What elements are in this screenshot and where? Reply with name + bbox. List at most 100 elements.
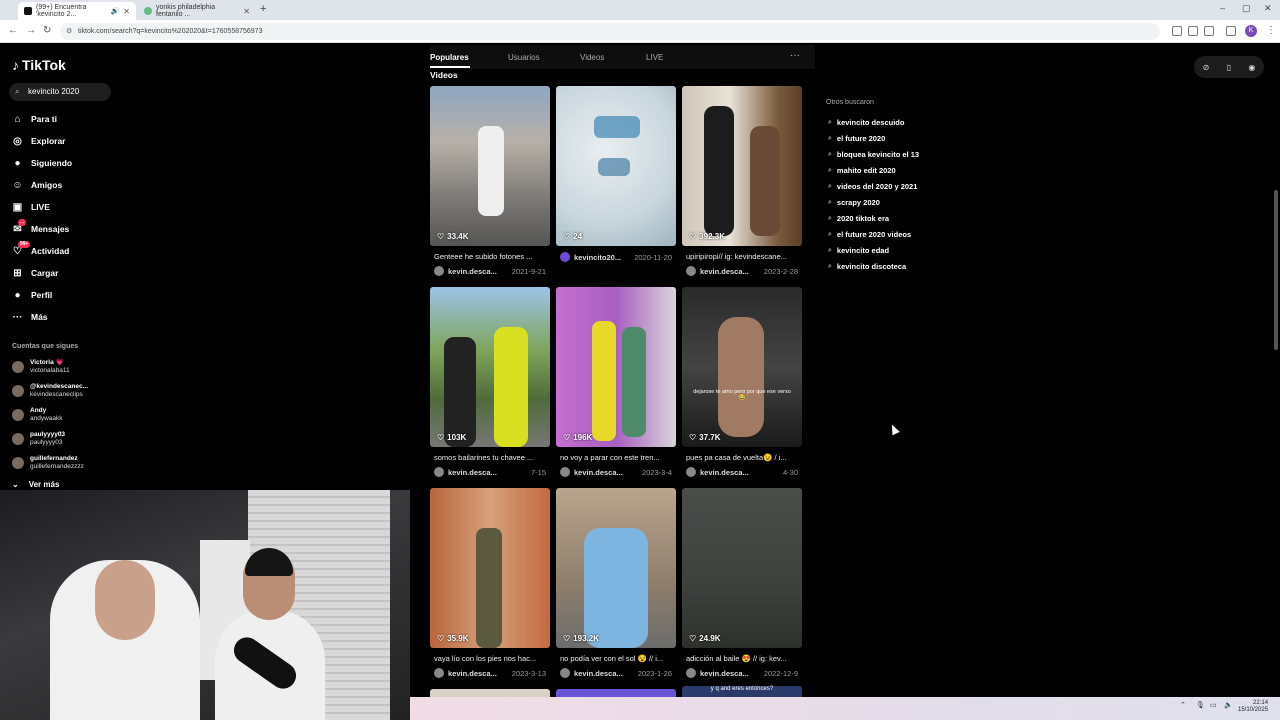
- sidebar-item-siguiendo[interactable]: ● Siguiendo: [12, 155, 72, 171]
- video-thumbnail[interactable]: ♡ 196K: [556, 287, 676, 447]
- maximize-icon[interactable]: ▢: [1242, 3, 1251, 14]
- video-card[interactable]: ♡ 24.9K adicción al baile 😍 // ig: kev...…: [682, 488, 802, 678]
- browser-menu-icon[interactable]: ⋮: [1266, 25, 1276, 36]
- video-description[interactable]: upiripiropi// ig: kevindescane...: [682, 252, 798, 261]
- video-thumbnail[interactable]: ♡ 193.2K: [556, 488, 676, 648]
- tray-mic-icon[interactable]: 🎙: [1196, 701, 1205, 709]
- video-thumbnail[interactable]: ♡ 24.9K: [682, 488, 802, 648]
- sidebar-item-cargar[interactable]: ⊞ Cargar: [12, 265, 58, 281]
- video-description[interactable]: somos bailarines tu chavee ...: [430, 453, 546, 462]
- sidebar-item-perfil[interactable]: ● Perfil: [12, 287, 52, 303]
- suggestion-item[interactable]: ⌕ el future 2020 videos: [828, 230, 911, 239]
- cast-icon[interactable]: [1172, 26, 1182, 36]
- following-account[interactable]: paulyyyy03 paulyyyy03: [12, 429, 65, 449]
- sidebar-item-explorar[interactable]: ◎ Explorar: [12, 133, 65, 149]
- browser-tab-active[interactable]: (99+) Encuentra 'kevincito 2... 🔊 ✕: [18, 2, 136, 20]
- suggestion-item[interactable]: ⌕ bloquea kevincito el 13: [828, 150, 919, 159]
- suggestion-item[interactable]: ⌕ 2020 tiktok era: [828, 214, 889, 223]
- suggestion-item[interactable]: ⌕ mahito edit 2020: [828, 166, 896, 175]
- video-author[interactable]: kevin.desca...: [448, 468, 497, 477]
- suggestion-item[interactable]: ⌕ kevincito discoteca: [828, 262, 906, 271]
- sidebar-item-live[interactable]: ▣ LIVE: [12, 199, 50, 215]
- avatar[interactable]: [434, 467, 444, 477]
- user-avatar[interactable]: ◉: [1248, 63, 1255, 72]
- video-thumbnail[interactable]: dejarose te amo pero por que ese verso😂 …: [682, 287, 802, 447]
- video-thumbnail[interactable]: ♡ 33.4K: [430, 86, 550, 246]
- window-close-icon[interactable]: ✕: [1264, 3, 1272, 14]
- avatar[interactable]: [560, 467, 570, 477]
- avatar[interactable]: [434, 266, 444, 276]
- search-input[interactable]: ⌕ kevincito 2020: [9, 83, 111, 101]
- video-description[interactable]: no podía ver con el sol 😵 // i...: [556, 654, 672, 663]
- tab-close-icon[interactable]: ✕: [123, 7, 130, 16]
- video-author[interactable]: kevin.desca...: [700, 468, 749, 477]
- compass-icon[interactable]: ⊘: [1203, 63, 1210, 72]
- sidebar-item-para-ti[interactable]: ⌂ Para ti: [12, 111, 57, 127]
- sidebar-item-m-s[interactable]: ··· Más: [12, 309, 48, 325]
- address-bar[interactable]: ⚙ tiktok.com/search?q=kevincito%202020&t…: [60, 23, 1160, 40]
- sidebar-item-actividad[interactable]: ♡ 99+ Actividad: [12, 240, 69, 259]
- video-thumbnail[interactable]: ♡ 24: [556, 86, 676, 246]
- site-info-icon[interactable]: ⚙: [66, 23, 72, 40]
- avatar[interactable]: [686, 467, 696, 477]
- video-card[interactable]: ♡ 24 kevincito20... 2020-11-20: [556, 86, 676, 262]
- browser-tab[interactable]: yonkis philadelphia fentanilo ... ✕: [138, 2, 256, 20]
- suggestion-item[interactable]: ⌕ scrapy 2020: [828, 198, 880, 207]
- video-author[interactable]: kevin.desca...: [448, 669, 497, 678]
- video-card[interactable]: ♡ 392.3K upiripiropi// ig: kevindescane..…: [682, 86, 802, 276]
- tab-live[interactable]: LIVE: [646, 53, 663, 62]
- tiktok-logo[interactable]: ♪ TikTok: [12, 57, 66, 73]
- video-author[interactable]: kevin.desca...: [574, 669, 623, 678]
- video-card[interactable]: dejarose te amo pero por que ese verso😂 …: [682, 287, 802, 477]
- tray-network-icon[interactable]: ▭: [1210, 701, 1217, 709]
- extensions-icon[interactable]: [1226, 26, 1236, 36]
- tab-close-icon[interactable]: ✕: [243, 7, 250, 16]
- following-account[interactable]: Andy andywaakk: [12, 405, 63, 425]
- video-description[interactable]: no voy a parar con este tren...: [556, 453, 672, 462]
- device-icon[interactable]: ▯: [1227, 63, 1231, 72]
- forward-arrow-icon[interactable]: →: [26, 25, 36, 36]
- video-author[interactable]: kevincito20...: [574, 253, 621, 262]
- minimize-icon[interactable]: –: [1220, 3, 1225, 13]
- video-description[interactable]: Genteee he subido fotones ...: [430, 252, 546, 261]
- suggestion-item[interactable]: ⌕ kevincito edad: [828, 246, 889, 255]
- video-author[interactable]: kevin.desca...: [700, 267, 749, 276]
- avatar[interactable]: [686, 266, 696, 276]
- following-account[interactable]: guillefernandez guillefernandezzzz: [12, 453, 84, 473]
- avatar[interactable]: [560, 252, 570, 262]
- video-thumbnail[interactable]: ♡ 392.3K: [682, 86, 802, 246]
- video-thumbnail-partial[interactable]: y q and eres entonces?: [682, 686, 802, 697]
- video-author[interactable]: kevin.desca...: [448, 267, 497, 276]
- avatar[interactable]: [686, 668, 696, 678]
- reload-icon[interactable]: ↻: [43, 25, 51, 36]
- sidebar-item-mensajes[interactable]: ✉... Mensajes: [12, 218, 69, 237]
- more-options-icon[interactable]: ···: [790, 50, 800, 61]
- following-account[interactable]: @kevindescanec... kevindescaneclips: [12, 381, 88, 401]
- video-description[interactable]: adicción al baile 😍 // ig: kev...: [682, 654, 798, 663]
- video-description[interactable]: vaya lío con los pies nos hac...: [430, 654, 546, 663]
- video-thumbnail[interactable]: ♡ 35.9K: [430, 488, 550, 648]
- back-arrow-icon[interactable]: ←: [8, 25, 18, 36]
- tray-chevron-icon[interactable]: ⌃: [1180, 701, 1186, 709]
- video-author[interactable]: kevin.desca...: [574, 468, 623, 477]
- new-tab-plus-icon[interactable]: +: [260, 3, 266, 15]
- video-card[interactable]: ♡ 103K somos bailarines tu chavee ... kev…: [430, 287, 550, 477]
- video-thumbnail-partial[interactable]: [430, 689, 550, 697]
- video-card[interactable]: ♡ 33.4K Genteee he subido fotones ... kev…: [430, 86, 550, 276]
- bookmark-star-icon[interactable]: [1204, 26, 1214, 36]
- avatar[interactable]: [434, 668, 444, 678]
- video-description[interactable]: pues pa casa de vuelta😉 / i...: [682, 453, 798, 462]
- video-thumbnail[interactable]: ♡ 103K: [430, 287, 550, 447]
- video-author[interactable]: kevin.desca...: [700, 669, 749, 678]
- sidebar-item-amigos[interactable]: ☺ Amigos: [12, 177, 62, 193]
- page-scrollbar[interactable]: [1274, 190, 1278, 350]
- tab-videos[interactable]: Videos: [580, 53, 604, 62]
- tab-populares[interactable]: Populares: [430, 53, 469, 62]
- video-thumbnail-partial[interactable]: [556, 689, 676, 697]
- browser-profile-avatar[interactable]: K: [1245, 25, 1257, 37]
- translate-icon[interactable]: [1188, 26, 1198, 36]
- suggestion-item[interactable]: ⌕ el future 2020: [828, 134, 885, 143]
- suggestion-item[interactable]: ⌕ kevincito descuido: [828, 118, 904, 127]
- taskbar-clock[interactable]: 22:14 15/10/2025: [1238, 700, 1268, 714]
- following-account[interactable]: Victoria 💗 victorialaba11: [12, 357, 70, 377]
